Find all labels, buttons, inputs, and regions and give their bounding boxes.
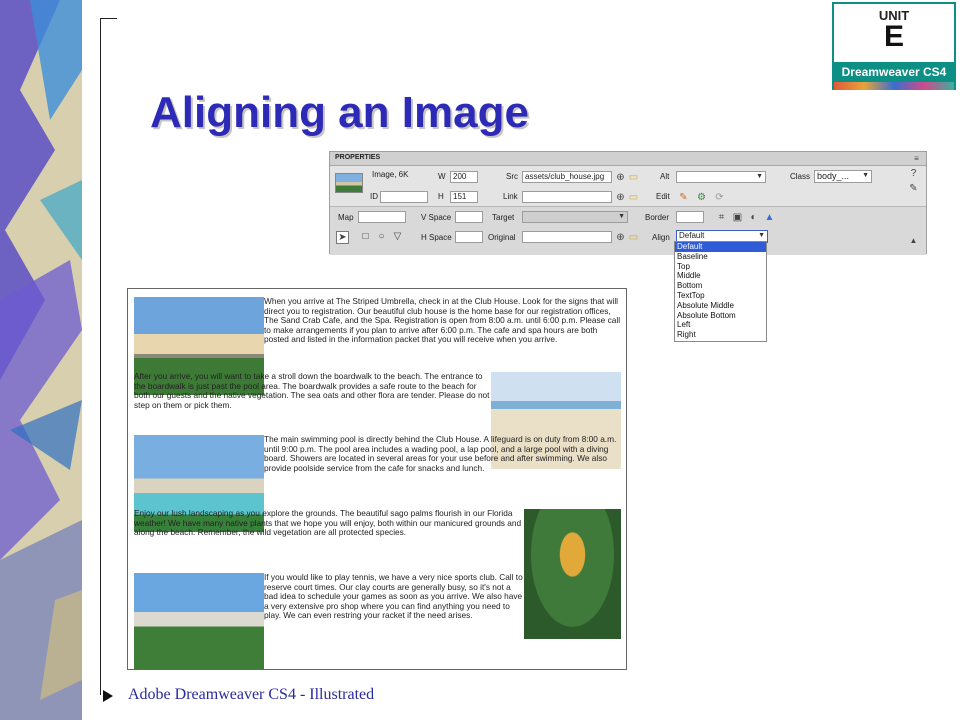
alt-label: Alt xyxy=(660,172,670,181)
id-label: ID xyxy=(370,192,378,201)
crop-icon[interactable]: ⌗ xyxy=(716,212,727,223)
map-field[interactable] xyxy=(358,211,406,223)
resample-icon[interactable]: ▣ xyxy=(732,212,743,223)
target-label: Target xyxy=(492,213,515,222)
edit-pencil-icon[interactable]: ✎ xyxy=(678,192,689,203)
panel-options-icon[interactable]: ≡ xyxy=(911,153,922,164)
paragraph: When you arrive at The Striped Umbrella,… xyxy=(264,296,621,345)
sharpen-icon[interactable]: ▲ xyxy=(764,212,775,223)
align-option[interactable]: Right xyxy=(675,330,766,340)
alt-field[interactable]: ▼ xyxy=(676,171,766,183)
link-field[interactable] xyxy=(522,191,612,203)
unit-letter: E xyxy=(883,20,904,53)
class-label: Class xyxy=(790,172,811,181)
quick-tag-editor-icon[interactable]: ✎ xyxy=(908,183,919,194)
original-label: Original xyxy=(488,233,516,242)
pointer-hotspot-icon[interactable]: ➤ xyxy=(336,231,349,244)
h-space-field[interactable] xyxy=(455,231,483,243)
original-point-to-file-icon[interactable]: ⊕ xyxy=(615,232,626,243)
v-space-label: V Space xyxy=(421,213,452,222)
target-dropdown-arrow-icon: ▼ xyxy=(618,213,625,220)
frame-line-vertical xyxy=(100,18,101,695)
brightness-contrast-icon[interactable]: ◐ xyxy=(748,212,759,223)
w-label: W xyxy=(438,172,446,181)
id-field[interactable] xyxy=(380,191,428,203)
align-dropdown-arrow-icon: ▼ xyxy=(758,232,765,239)
src-label: Src xyxy=(506,172,518,181)
alt-dropdown-arrow-icon: ▼ xyxy=(756,173,763,180)
paragraph: If you would like to play tennis, we hav… xyxy=(264,572,523,621)
v-space-field[interactable] xyxy=(455,211,483,223)
align-option[interactable]: Left xyxy=(675,320,766,330)
decorative-side-art xyxy=(0,0,82,720)
point-to-file-icon[interactable]: ⊕ xyxy=(615,172,626,183)
paragraph: The main swimming pool is directly behin… xyxy=(264,434,617,473)
src-field[interactable]: assets/club_house.jpg xyxy=(522,171,612,183)
class-dropdown-arrow-icon: ▼ xyxy=(862,172,869,179)
align-label: Align xyxy=(652,233,670,242)
rectangle-hotspot-icon[interactable]: □ xyxy=(360,231,371,242)
original-field[interactable] xyxy=(522,231,612,243)
image-info: Image, 6K xyxy=(372,170,409,179)
update-from-original-icon[interactable]: ⟳ xyxy=(714,192,725,203)
class-dropdown[interactable]: body_... ▼ xyxy=(814,170,872,183)
product-label: Dreamweaver CS4 xyxy=(834,62,954,82)
align-option[interactable]: Absolute Bottom xyxy=(675,311,766,321)
align-option[interactable]: Bottom xyxy=(675,281,766,291)
link-browse-folder-icon[interactable]: ▭ xyxy=(628,192,639,203)
circle-hotspot-icon[interactable]: ○ xyxy=(376,231,387,242)
properties-header-label: PROPERTIES xyxy=(335,154,381,161)
frame-line-horizontal xyxy=(100,18,117,19)
align-option[interactable]: Default xyxy=(675,242,766,252)
height-field[interactable]: 151 xyxy=(450,191,478,203)
collapse-panel-icon[interactable]: ▲ xyxy=(908,235,919,246)
width-field[interactable]: 200 xyxy=(450,171,478,183)
properties-header: PROPERTIES ≡ xyxy=(330,152,926,166)
footer-text: Adobe Dreamweaver CS4 - Illustrated xyxy=(128,686,375,703)
border-label: Border xyxy=(645,213,670,222)
align-options-list: Default Baseline Top Middle Bottom TextT… xyxy=(674,241,767,342)
browse-folder-icon[interactable]: ▭ xyxy=(628,172,639,183)
optimize-icon[interactable]: ⚙ xyxy=(696,192,707,203)
link-point-to-file-icon[interactable]: ⊕ xyxy=(615,192,626,203)
original-browse-folder-icon[interactable]: ▭ xyxy=(628,232,639,243)
edit-label: Edit xyxy=(656,192,670,201)
align-option[interactable]: Absolute Middle xyxy=(675,301,766,311)
target-dropdown[interactable]: ▼ xyxy=(522,211,628,223)
image-thumbnail xyxy=(335,173,363,193)
decorative-brush-art xyxy=(0,0,82,720)
properties-panel: PROPERTIES ≡ Image, 6K W 200 H 151 ID Sr… xyxy=(329,151,927,255)
align-option[interactable]: Baseline xyxy=(675,252,766,262)
align-option[interactable]: Middle xyxy=(675,271,766,281)
document-preview: When you arrive at The Striped Umbrella,… xyxy=(127,288,627,670)
link-label: Link xyxy=(503,192,518,201)
h-label: H xyxy=(438,192,444,201)
align-option[interactable]: TextTop xyxy=(675,291,766,301)
footer-arrow-icon xyxy=(103,690,113,702)
help-icon[interactable]: ? xyxy=(908,168,919,179)
float-spacer xyxy=(523,509,622,639)
h-space-label: H Space xyxy=(421,233,452,242)
sports-club-image[interactable] xyxy=(134,573,264,669)
properties-bottom-section xyxy=(330,206,926,255)
badge-color-strip xyxy=(834,82,954,90)
border-field[interactable] xyxy=(676,211,704,223)
map-label: Map xyxy=(338,213,354,222)
slide-title: Aligning an Image xyxy=(150,88,529,137)
unit-badge: UNIT E Dreamweaver CS4 xyxy=(832,2,956,90)
align-option[interactable]: Top xyxy=(675,262,766,272)
polygon-hotspot-icon[interactable]: ▽ xyxy=(392,231,403,242)
